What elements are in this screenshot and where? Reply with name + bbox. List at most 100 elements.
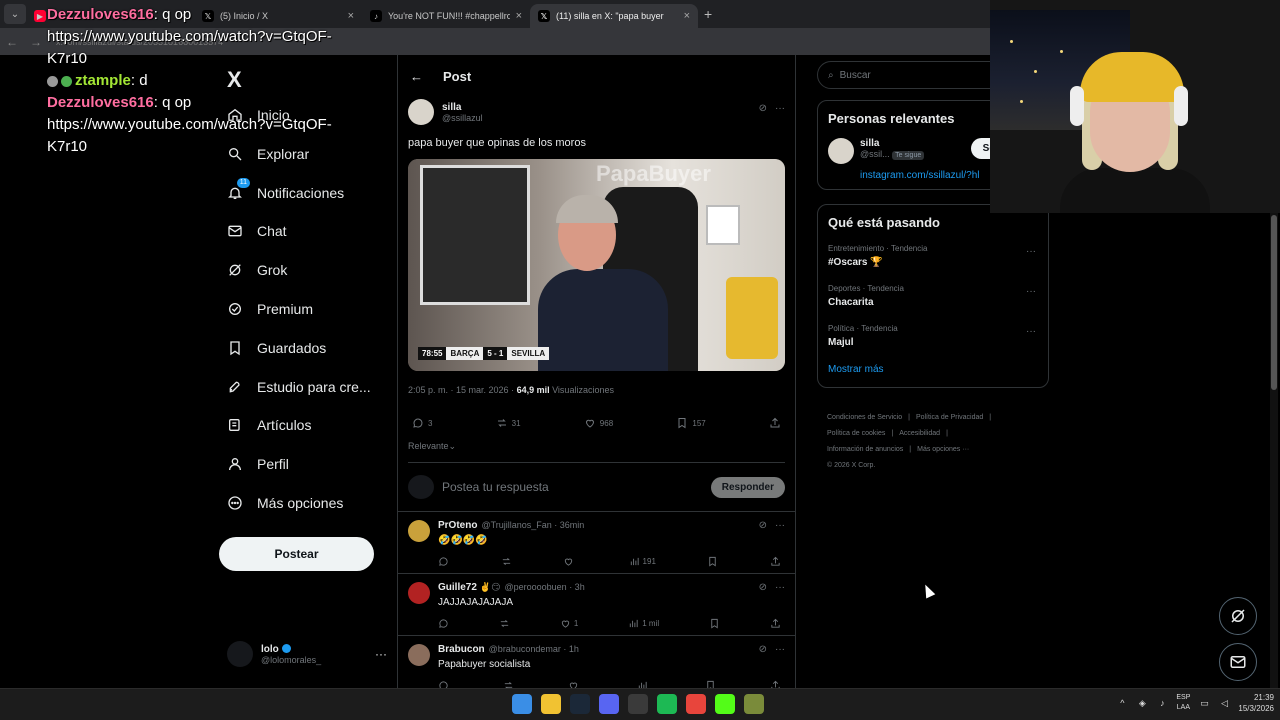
reply-author-name[interactable]: PrOteno (438, 520, 477, 531)
more-dots-icon[interactable]: ··· (1026, 246, 1036, 257)
views-button[interactable]: 1 mil (628, 618, 659, 629)
messages-float-button[interactable] (1219, 643, 1257, 681)
grok-icon[interactable]: ⊘ (759, 582, 767, 593)
share-button[interactable] (769, 417, 781, 429)
reply-author-handle[interactable]: @peroooobuen · 3h (505, 582, 585, 592)
language-indicator[interactable]: ESP LAA (1176, 693, 1190, 713)
reply-post[interactable]: PrOteno @Trujillanos_Fan · 36min 🤣🤣🤣🤣 191 ⊘ ·… (398, 512, 795, 574)
avatar[interactable] (828, 138, 854, 164)
footer-link[interactable]: Accesibilidad (899, 430, 940, 437)
show-more-link[interactable]: Mostrar más (818, 356, 1048, 387)
post-button[interactable]: Postear (219, 537, 374, 571)
heart-button[interactable] (563, 556, 577, 567)
more-dots-icon[interactable]: ··· (375, 647, 387, 661)
reply-author-handle[interactable]: @Trujillanos_Fan · 36min (481, 520, 584, 530)
folder-icon[interactable] (541, 694, 561, 714)
footer-link[interactable]: Más opciones ··· (917, 446, 969, 453)
reply-post[interactable]: Brabucon @brabucondemar · 1h Papabuyer soc… (398, 636, 795, 688)
avatar[interactable] (408, 99, 434, 125)
more-dots-icon[interactable]: ··· (775, 582, 785, 593)
chevron-up-icon[interactable]: ^ (1116, 697, 1128, 709)
scrollbar-thumb[interactable] (1271, 215, 1277, 390)
reply-button[interactable]: 3 (412, 417, 432, 429)
reply-input[interactable]: Postea tu respuesta (442, 480, 703, 494)
discord-icon[interactable] (599, 694, 619, 714)
avatar[interactable] (408, 644, 430, 666)
repost-button[interactable] (499, 618, 510, 629)
nav-item-notificaciones[interactable]: 11 Notificaciones (227, 177, 344, 201)
bookmark-button[interactable] (707, 556, 718, 567)
nav-item-artículos[interactable]: Artículos (227, 417, 311, 433)
reply-button[interactable] (438, 618, 449, 629)
bookmark-button[interactable]: 157 (676, 417, 706, 429)
views-button[interactable]: 191 (629, 556, 656, 567)
share-button[interactable] (770, 680, 781, 688)
nav-item-chat[interactable]: Chat (227, 223, 287, 239)
reply-submit-button[interactable]: Responder (710, 476, 785, 498)
new-tab-button[interactable]: + (704, 6, 712, 22)
app-icon[interactable] (744, 694, 764, 714)
steam-icon[interactable] (570, 694, 590, 714)
bookmark-button[interactable] (709, 618, 720, 629)
close-icon[interactable]: × (348, 10, 354, 22)
browser-tab[interactable]: 𝕏 (11) silla en X: "papa buyer × (530, 4, 698, 28)
network-icon[interactable]: ▭ (1198, 697, 1210, 709)
avatar[interactable] (408, 582, 430, 604)
account-switcher[interactable]: lolo @lolomorales_ ··· (227, 641, 387, 667)
grok-icon[interactable]: ⊘ (759, 644, 767, 655)
clock[interactable]: 21:39 15/3/2026 (1238, 692, 1274, 714)
grok-icon[interactable]: ⊘ (759, 520, 767, 531)
nav-item-perfil[interactable]: Perfil (227, 456, 289, 472)
close-icon[interactable]: × (516, 10, 522, 22)
chrome-icon[interactable] (686, 694, 706, 714)
security-icon[interactable]: ◈ (1136, 697, 1148, 709)
reply-author-handle[interactable]: @brabucondemar · 1h (489, 644, 579, 654)
nav-item-guardados[interactable]: Guardados (227, 340, 326, 356)
windows-icon[interactable] (512, 694, 532, 714)
grok-icon[interactable]: ⊘ (759, 103, 767, 114)
back-arrow-icon[interactable]: ← (0, 35, 24, 49)
reply-button[interactable] (438, 680, 449, 688)
reply-author-name[interactable]: Brabucon (438, 644, 485, 655)
post-author-name[interactable]: silla (442, 102, 483, 113)
more-dots-icon[interactable]: ··· (1026, 286, 1036, 297)
volume-icon[interactable]: ◁ (1218, 697, 1230, 709)
grok-float-button[interactable] (1219, 597, 1257, 635)
heart-button[interactable] (568, 680, 582, 688)
reply-author-name[interactable]: Guille72 (438, 582, 477, 593)
repost-button[interactable] (501, 556, 512, 567)
back-arrow-icon[interactable]: ← (410, 69, 423, 84)
tab-search-button[interactable]: ⌄ (4, 4, 26, 24)
more-dots-icon[interactable]: ··· (775, 520, 785, 531)
repost-button[interactable]: 31 (496, 417, 521, 429)
footer-link[interactable]: Condiciones de Servicio (827, 414, 902, 421)
share-button[interactable] (770, 556, 781, 567)
nav-item-premium[interactable]: Premium (227, 301, 313, 317)
footer-link[interactable]: Política de Privacidad (916, 414, 983, 421)
mic-icon[interactable]: ♪ (1156, 697, 1168, 709)
share-button[interactable] (770, 618, 781, 629)
obs-icon[interactable] (628, 694, 648, 714)
more-dots-icon[interactable]: ··· (1026, 326, 1036, 337)
nav-item-grok[interactable]: Grok (227, 262, 287, 278)
repost-button[interactable] (503, 680, 514, 688)
footer-link[interactable]: © 2026 X Corp. (827, 462, 875, 469)
more-dots-icon[interactable]: ··· (775, 103, 785, 114)
trend-item[interactable]: Entretenimiento · Tendencia #Oscars 🏆 ··· (818, 236, 1048, 276)
sort-dropdown[interactable]: Relevante⌄ (408, 441, 785, 463)
avatar[interactable] (408, 520, 430, 542)
nav-item-estudio-para-cre-[interactable]: Estudio para cre... (227, 379, 371, 395)
forward-arrow-icon[interactable]: → (24, 35, 48, 49)
views-button[interactable] (637, 680, 651, 688)
trend-item[interactable]: Política · Tendencia Majul ··· (818, 316, 1048, 356)
more-dots-icon[interactable]: ··· (775, 644, 785, 655)
post-video[interactable]: PapaBuyer 78:55 BARÇA 5 - 1 SEVILLA (408, 159, 785, 371)
like-button[interactable]: 968 (584, 417, 613, 429)
bookmark-button[interactable] (705, 680, 716, 688)
close-icon[interactable]: × (684, 10, 690, 22)
trend-item[interactable]: Deportes · Tendencia Chacarita ··· (818, 276, 1048, 316)
post-author-handle[interactable]: @ssillazul (442, 113, 483, 123)
heart-button[interactable]: 1 (560, 618, 578, 629)
reply-post[interactable]: Guille72 ✌️😏 @peroooobuen · 3h JAJJAJAJAJAJ… (398, 574, 795, 636)
relevant-user-name[interactable]: silla (860, 138, 924, 149)
